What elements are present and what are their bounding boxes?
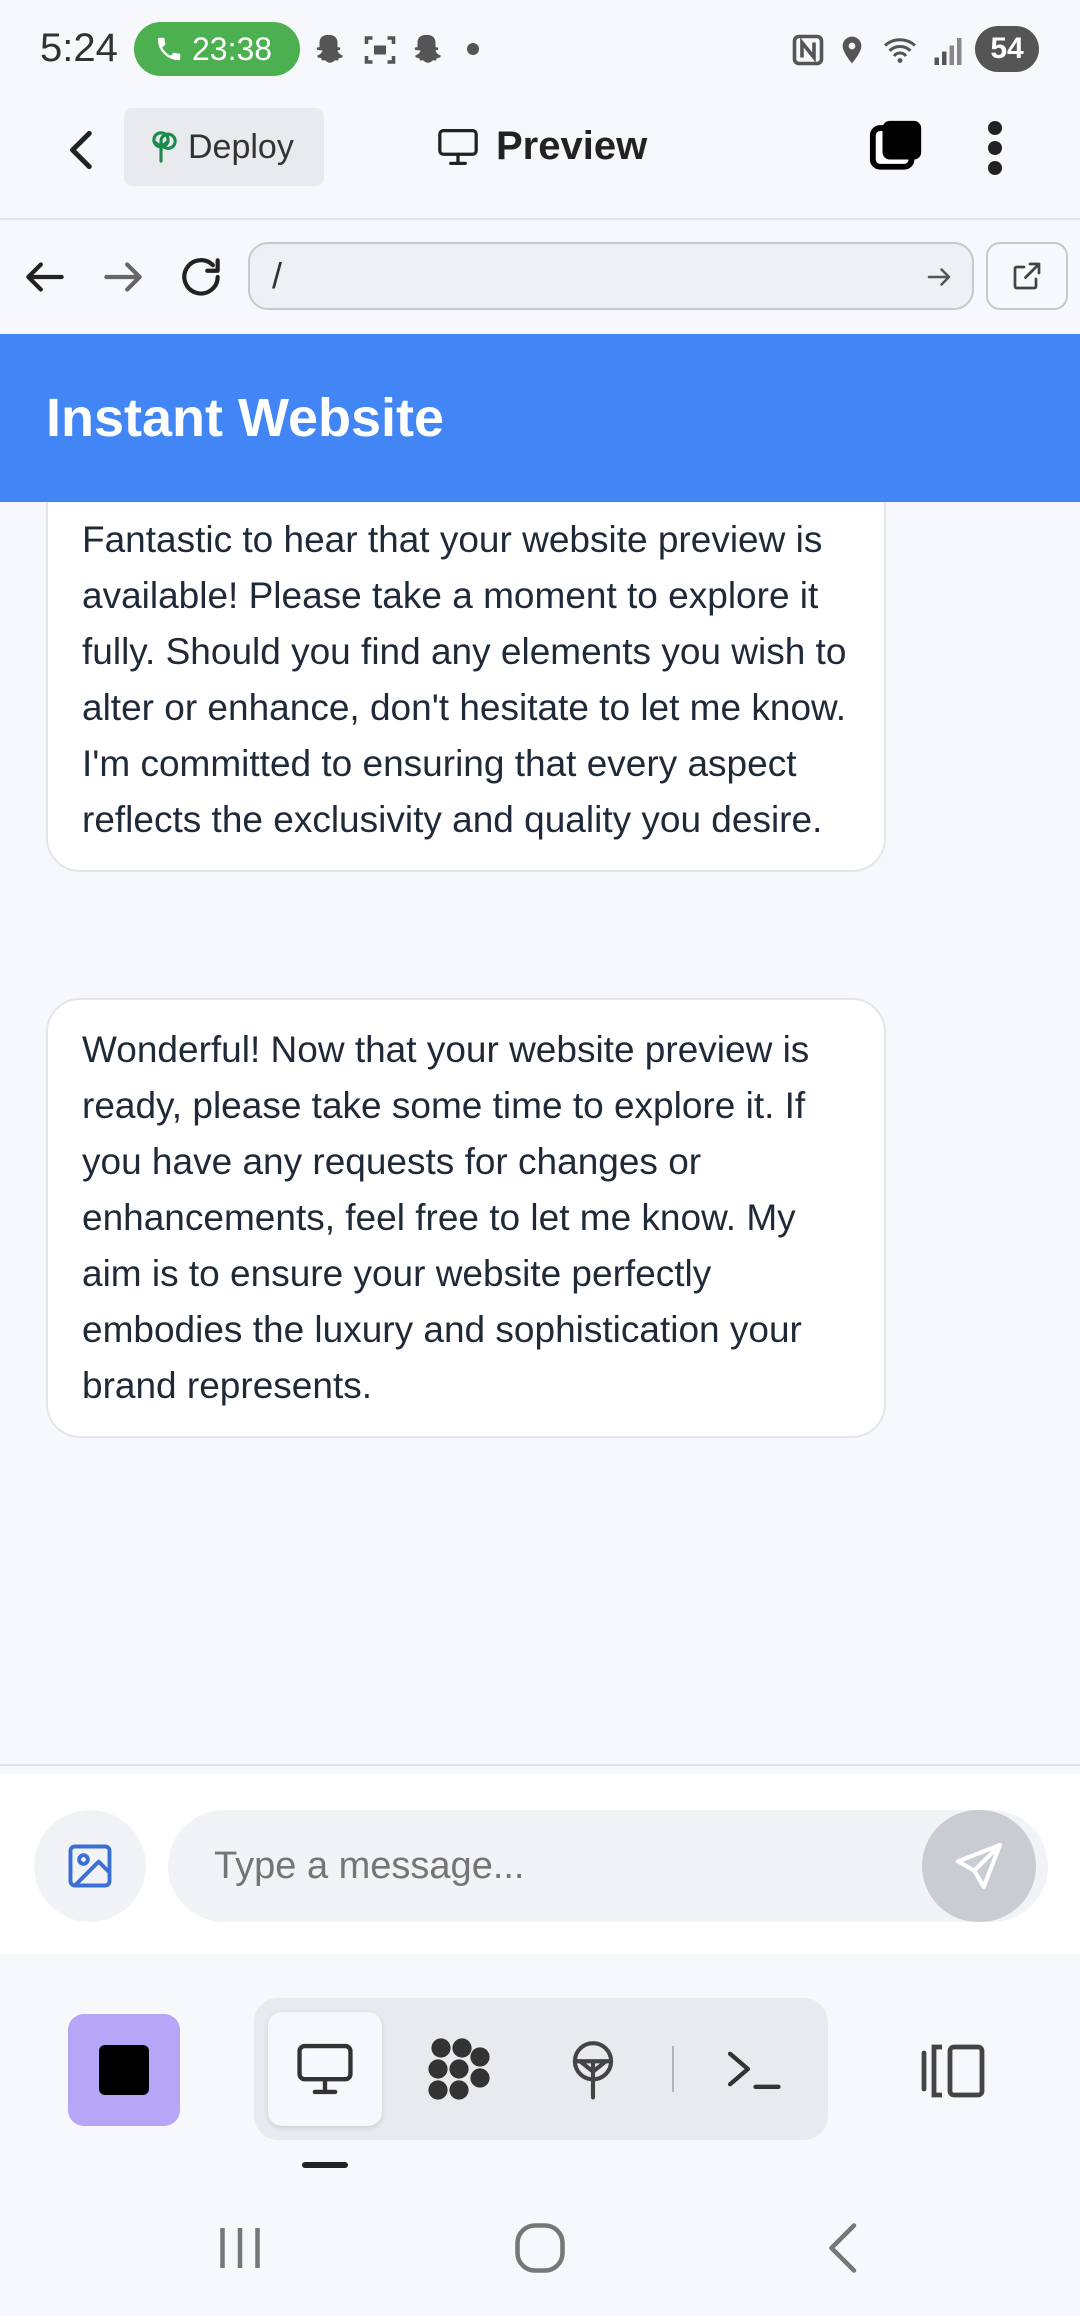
toolbar-separator [672, 2046, 674, 2092]
message-input[interactable] [168, 1810, 1048, 1922]
nfc-icon [792, 34, 824, 66]
monitor-icon [297, 2043, 353, 2095]
system-nav-bar [0, 2176, 1080, 2316]
call-timer: 23:38 [192, 30, 273, 67]
external-link-icon [1013, 262, 1041, 290]
screenshot-icon [364, 36, 396, 64]
url-field[interactable]: / [248, 242, 974, 310]
status-bar: 5:24 23:38 54 [0, 0, 1080, 100]
preview-label: Preview [496, 124, 648, 168]
tab-deploy-view[interactable] [536, 2012, 650, 2126]
chat-area[interactable]: Fantastic to hear that your website prev… [0, 502, 1080, 1764]
home-icon[interactable] [510, 2218, 570, 2278]
snapchat-icon [316, 35, 343, 63]
browser-back-icon[interactable] [20, 252, 70, 302]
open-external-button[interactable] [986, 242, 1068, 310]
battery-indicator: 54 [975, 26, 1039, 72]
browser-forward-icon[interactable] [98, 252, 148, 302]
deploy-tree-icon [572, 2041, 614, 2100]
send-icon [955, 1842, 1003, 1890]
terminal-icon [727, 2051, 781, 2089]
deploy-button[interactable]: Deploy [124, 108, 324, 186]
signal-icon [934, 38, 962, 65]
attach-image-button[interactable] [34, 1810, 146, 1922]
reload-icon[interactable] [176, 252, 226, 302]
view-switcher [254, 1998, 828, 2140]
stop-icon [99, 2045, 149, 2095]
stop-button[interactable] [68, 2014, 180, 2126]
site-title: Instant Website [46, 388, 445, 448]
preview-tab[interactable]: Preview [436, 124, 647, 169]
url-go-arrow-icon[interactable] [924, 262, 954, 292]
split-layout-icon[interactable] [918, 2040, 990, 2102]
deploy-label: Deploy [188, 127, 294, 166]
browser-bar: / [0, 222, 1080, 332]
phone-icon [157, 37, 181, 61]
deploy-tree-icon [152, 131, 177, 163]
monitor-icon [438, 128, 478, 165]
bottom-toolbar [0, 1954, 1080, 2174]
tab-code-view[interactable] [402, 2012, 516, 2126]
chat-message: Wonderful! Now that your website preview… [46, 998, 886, 1438]
tabs-icon[interactable] [868, 116, 926, 174]
tab-terminal-view[interactable] [696, 2012, 810, 2126]
back-arrow-icon[interactable] [58, 122, 108, 178]
snapchat-icon-2 [414, 35, 441, 63]
dot-icon [467, 43, 479, 55]
site-header: Instant Website [0, 334, 1080, 502]
app-header: Deploy Preview [0, 100, 1080, 220]
location-icon [842, 36, 862, 64]
dots-pattern-icon [428, 2038, 490, 2100]
send-button[interactable] [922, 1810, 1036, 1922]
url-text: / [272, 255, 283, 296]
tab-preview-view[interactable] [268, 2012, 382, 2126]
wifi-icon [884, 38, 916, 63]
call-indicator[interactable]: 23:38 [134, 22, 300, 76]
recent-apps-icon[interactable] [210, 2218, 270, 2278]
active-tab-indicator [302, 2162, 348, 2168]
status-time: 5:24 [40, 26, 118, 70]
image-icon [68, 1844, 112, 1888]
more-options-icon[interactable] [980, 118, 1010, 178]
system-back-icon[interactable] [814, 2218, 874, 2278]
chat-message: Fantastic to hear that your website prev… [46, 502, 886, 872]
message-composer [0, 1774, 1080, 1954]
composer-divider [0, 1764, 1080, 1766]
